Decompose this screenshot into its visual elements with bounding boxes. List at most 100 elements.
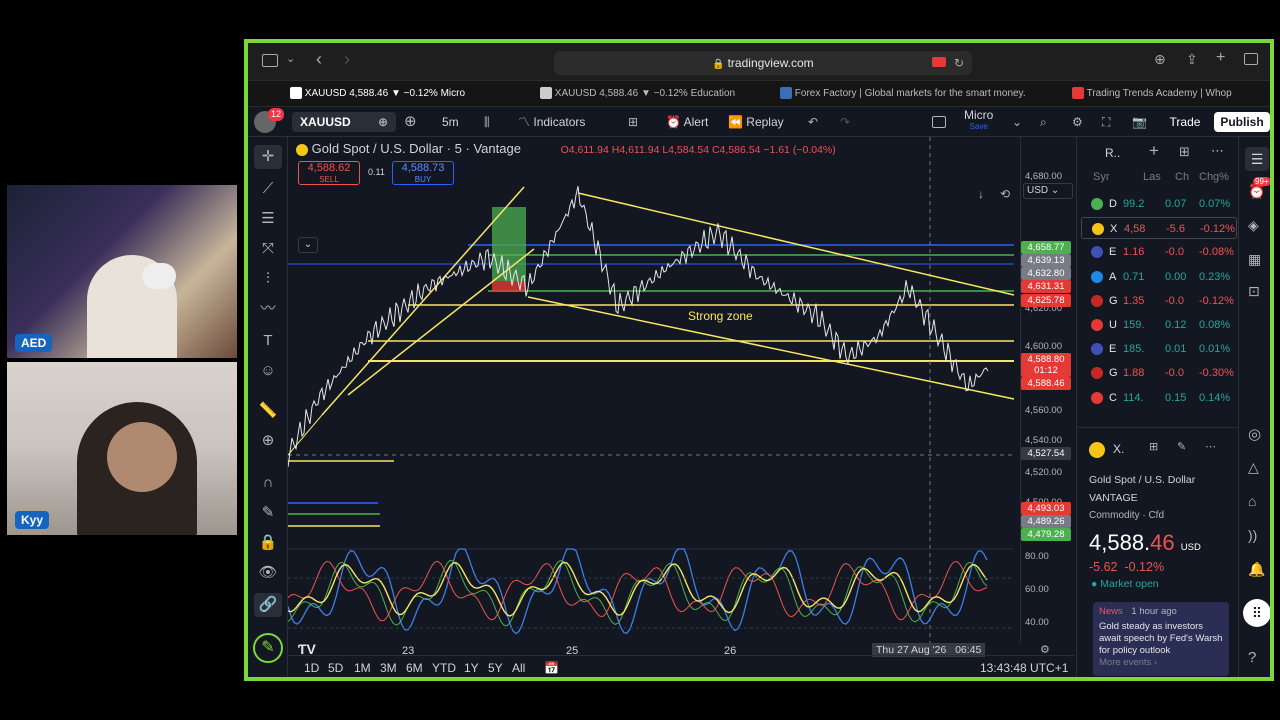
- watchlist-icon[interactable]: ☰: [1245, 147, 1269, 171]
- brush-icon[interactable]: 〰: [254, 297, 282, 321]
- watchlist-row[interactable]: A 0.71 0.00 0.23%: [1081, 266, 1237, 288]
- trendline-icon[interactable]: ⟋: [254, 177, 282, 201]
- browser-tab[interactable]: XAUUSD 4,588.46 ▼ −0.12% Micro: [290, 81, 465, 107]
- layout-name[interactable]: Micro Save: [964, 109, 993, 135]
- publish-button[interactable]: Publish: [1214, 112, 1270, 132]
- zoom-in-icon[interactable]: ⊕: [254, 429, 282, 453]
- address-bar[interactable]: 🔒 tradingview.com ↻: [554, 51, 972, 75]
- chart-type-icon[interactable]: ⫼: [484, 112, 490, 132]
- indicators-button[interactable]: 〽 Indicators: [518, 112, 585, 132]
- more-icon[interactable]: ⋯: [1211, 143, 1224, 159]
- currency-select[interactable]: USD ⌄: [1023, 183, 1073, 199]
- camera-icon[interactable]: 📷: [1132, 112, 1147, 132]
- layers-icon[interactable]: ◈: [1248, 217, 1259, 234]
- range-5y[interactable]: 5Y: [488, 661, 503, 675]
- watchlist-row[interactable]: E 1.16 -0.0 -0.08%: [1081, 241, 1237, 263]
- fullscreen-icon[interactable]: ⛶: [1102, 112, 1110, 132]
- range-ytd[interactable]: YTD: [432, 661, 456, 675]
- crosshair-icon[interactable]: ✛: [254, 145, 282, 169]
- stay-drawing-icon[interactable]: ✎: [254, 501, 282, 525]
- interval-button[interactable]: 5m: [442, 112, 459, 132]
- apps-icon[interactable]: ⠿: [1243, 599, 1270, 627]
- bell-icon[interactable]: 🔔: [1248, 561, 1265, 578]
- more-icon[interactable]: ⋯: [1205, 440, 1216, 453]
- range-1m[interactable]: 1M: [354, 661, 371, 675]
- range-1d[interactable]: 1D: [304, 661, 319, 675]
- watchlist-name[interactable]: R..: [1105, 146, 1120, 160]
- eye-icon[interactable]: 👁: [254, 561, 282, 585]
- sidebar-icon[interactable]: [262, 54, 278, 67]
- settings-icon[interactable]: ⚙: [1072, 112, 1083, 132]
- grid-icon[interactable]: ⊞: [1149, 440, 1158, 453]
- new-tab-icon[interactable]: +: [1216, 49, 1225, 67]
- extension-icon[interactable]: [932, 57, 946, 67]
- range-1y[interactable]: 1Y: [464, 661, 479, 675]
- col-chg[interactable]: Ch: [1175, 171, 1189, 183]
- buy-button[interactable]: 4,588.73 BUY: [392, 161, 454, 185]
- browser-tab[interactable]: Forex Factory | Global markets for the s…: [780, 81, 1026, 107]
- watchlist-row[interactable]: D 99.2 0.07 0.07%: [1081, 193, 1237, 215]
- forecast-icon[interactable]: ⫶: [254, 267, 282, 291]
- watchlist-layout-icon[interactable]: ⊞: [1179, 144, 1190, 160]
- price-axis[interactable]: USD ⌄ 4,680.00 4,620.00 4,600.00 4,560.00 4,…: [1020, 137, 1074, 643]
- add-symbol-icon[interactable]: ⊕: [404, 112, 417, 132]
- layout-icon[interactable]: [932, 116, 946, 128]
- price-chart[interactable]: [288, 137, 1074, 643]
- target-icon[interactable]: ◎: [1248, 425, 1261, 443]
- quick-search-icon[interactable]: ⌕: [1040, 112, 1047, 132]
- forward-icon[interactable]: ›: [344, 49, 350, 70]
- reset-icon[interactable]: ⟲: [1000, 187, 1010, 201]
- add-symbol-icon[interactable]: +: [1149, 141, 1159, 161]
- fib-icon[interactable]: ☰: [254, 207, 282, 231]
- collapse-legend-icon[interactable]: ⌄: [298, 237, 318, 253]
- triangle-icon[interactable]: △: [1248, 459, 1259, 476]
- replay-button[interactable]: ⏪ Replay: [728, 112, 784, 132]
- alert-button[interactable]: ⏰ Alert: [666, 112, 708, 132]
- text-icon[interactable]: T: [254, 329, 282, 353]
- range-6m[interactable]: 6M: [406, 661, 423, 675]
- chevron-down-icon[interactable]: ⌄: [1012, 112, 1022, 132]
- calendar-icon[interactable]: ▦: [1248, 251, 1261, 268]
- watchlist-row[interactable]: G 1.88 -0.0 -0.30%: [1081, 362, 1237, 384]
- sell-button[interactable]: 4,588.62 SELL: [298, 161, 360, 185]
- watchlist-row[interactable]: U 159. 0.12 0.08%: [1081, 314, 1237, 336]
- watchlist-row[interactable]: C 114. 0.15 0.14%: [1081, 387, 1237, 409]
- range-5d[interactable]: 5D: [328, 661, 343, 675]
- range-all[interactable]: All: [512, 661, 525, 675]
- ideas-icon[interactable]: ⊡: [1248, 283, 1260, 300]
- range-3m[interactable]: 3M: [380, 661, 397, 675]
- col-symbol[interactable]: Syr: [1093, 171, 1110, 183]
- watchlist-row[interactable]: G 1.35 -0.0 -0.12%: [1081, 290, 1237, 312]
- link-icon[interactable]: 🔗: [254, 593, 282, 617]
- pattern-icon[interactable]: ⤧: [254, 237, 282, 261]
- chart-pane[interactable]: Gold Spot / U.S. Dollar · 5 · Vantage O4…: [288, 137, 1074, 657]
- watchlist-row[interactable]: X 4,58 -5.6 -0.12%: [1081, 217, 1237, 240]
- chevron-down-icon[interactable]: ⌄: [286, 52, 295, 65]
- col-last[interactable]: Las: [1143, 171, 1161, 183]
- download-arrow-icon[interactable]: ↓: [978, 187, 984, 201]
- magnet-icon[interactable]: ∩: [254, 471, 282, 495]
- browser-tab[interactable]: XAUUSD 4,588.46 ▼ −0.12% Education: [540, 81, 735, 107]
- trade-button[interactable]: Trade: [1160, 112, 1210, 132]
- ruler-icon[interactable]: 📏: [254, 399, 282, 423]
- browser-tab[interactable]: Trading Trends Academy | Whop: [1072, 81, 1232, 107]
- templates-icon[interactable]: ⊞: [628, 112, 638, 132]
- goto-date-icon[interactable]: 📅: [544, 661, 559, 675]
- edit-icon[interactable]: ✎: [1177, 440, 1186, 453]
- download-icon[interactable]: ⊕: [1154, 51, 1166, 68]
- col-chgpct[interactable]: Chg%: [1199, 171, 1229, 183]
- redo-icon[interactable]: ↷: [840, 112, 850, 132]
- share-icon[interactable]: ⇪: [1186, 51, 1198, 68]
- broadcast-icon[interactable]: )): [1248, 527, 1257, 543]
- tab-overview-icon[interactable]: [1244, 53, 1258, 65]
- edit-fab-icon[interactable]: ✎: [253, 633, 283, 663]
- symbol-search[interactable]: XAUUSD ⊕: [292, 112, 396, 132]
- lock-icon[interactable]: 🔒: [254, 531, 282, 555]
- watchlist-row[interactable]: E 185. 0.01 0.01%: [1081, 338, 1237, 360]
- help-icon[interactable]: ?: [1248, 649, 1256, 666]
- news-card[interactable]: News 1 hour ago Gold steady as investors…: [1093, 602, 1229, 676]
- store-icon[interactable]: ⌂: [1248, 493, 1256, 509]
- undo-icon[interactable]: ↶: [808, 112, 818, 132]
- back-icon[interactable]: ‹: [316, 49, 322, 70]
- reload-icon[interactable]: ↻: [954, 51, 964, 75]
